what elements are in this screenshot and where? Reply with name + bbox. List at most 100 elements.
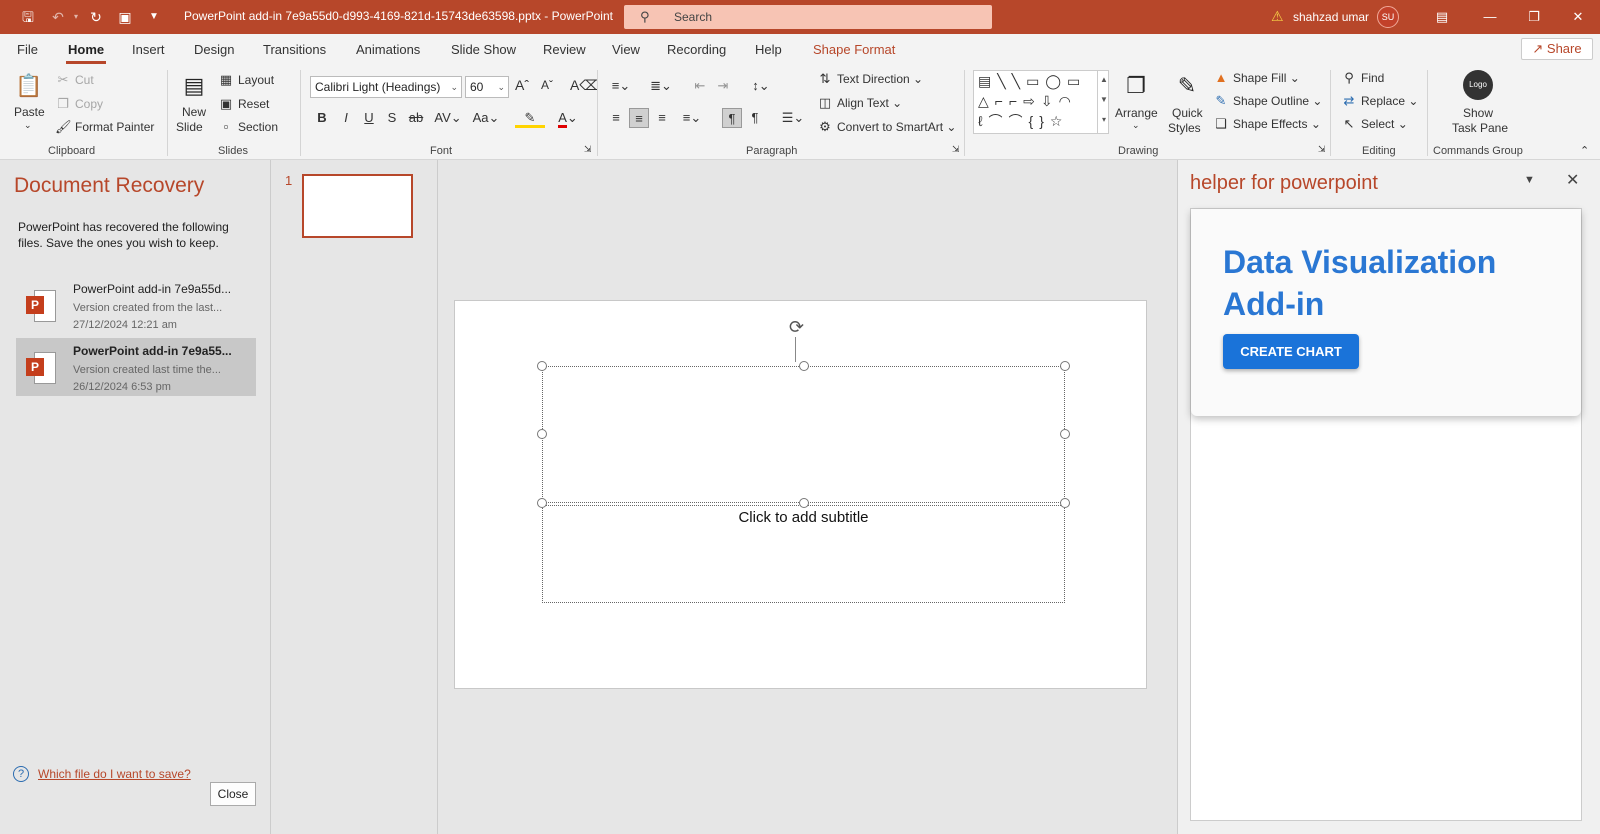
new-slide-button-line2[interactable]: Slide [176,120,203,134]
redo-icon[interactable]: ↻ [86,7,106,27]
customize-qat-icon[interactable]: ▼ [144,7,164,27]
tab-shape-format[interactable]: Shape Format [813,42,895,57]
align-text-button[interactable]: ◫ Align Text ⌄ [817,95,902,111]
columns-icon[interactable]: ☰⌄ [778,108,808,128]
resize-handle[interactable] [537,429,547,439]
clear-formatting-icon[interactable]: A⌫ [570,77,599,94]
shapes-scroll[interactable]: ▲ ▼ ▾ [1097,70,1110,134]
quick-styles-button-line2[interactable]: Styles [1168,121,1201,135]
new-slide-button[interactable]: New [182,105,206,119]
close-icon[interactable]: ✕ [1566,170,1579,190]
select-button[interactable]: ↖ Select ⌄ [1341,116,1408,132]
find-button[interactable]: ⚲ Find [1341,70,1384,86]
tab-slide-show[interactable]: Slide Show [451,42,516,57]
resize-handle[interactable] [1060,429,1070,439]
tab-insert[interactable]: Insert [132,42,165,57]
reset-button[interactable]: ▣ Reset [218,96,270,112]
show-task-pane-button[interactable]: Show [1463,106,1493,120]
arrange-icon[interactable]: ❐ [1120,70,1152,102]
resize-handle[interactable] [799,361,809,371]
paste-button[interactable]: Paste [14,105,45,119]
tab-animations[interactable]: Animations [356,42,420,57]
paragraph-dialog-launcher-icon[interactable]: ⇲ [952,144,960,155]
tab-home[interactable]: Home [68,42,104,57]
arrange-dropdown-icon[interactable]: ⌄ [1132,120,1140,131]
resize-handle[interactable] [1060,361,1070,371]
task-pane-options-icon[interactable]: ▼ [1524,174,1535,186]
font-size-combo[interactable]: 60 ⌄ [465,76,509,98]
format-painter-button[interactable]: 🖌 Format Painter [55,119,154,135]
undo-icon[interactable]: ↶ [48,7,68,27]
present-icon[interactable]: ▣ [115,7,135,27]
decrease-indent-icon[interactable]: ⇤ [690,76,710,96]
tab-transitions[interactable]: Transitions [263,42,326,57]
resize-handle[interactable] [537,361,547,371]
shadow-icon[interactable]: S [382,108,402,128]
cut-button[interactable]: ✂ Cut [55,72,94,88]
paste-icon[interactable]: 📋 [13,70,45,102]
save-icon[interactable]: 🖫 [18,7,38,27]
paste-dropdown-icon[interactable]: ⌄ [24,120,32,131]
tab-file[interactable]: File [17,42,38,57]
subtitle-placeholder[interactable]: Click to add subtitle [542,505,1065,603]
resize-handle[interactable] [799,498,809,508]
drawing-dialog-launcher-icon[interactable]: ⇲ [1318,144,1326,155]
slide-canvas[interactable]: ⟳ Click to add subtitle [454,300,1147,689]
tab-review[interactable]: Review [543,42,586,57]
avatar[interactable]: SU [1377,6,1399,28]
tab-view[interactable]: View [612,42,640,57]
shrink-font-icon[interactable]: Aˇ [541,78,553,92]
rtl-direction-icon[interactable]: ¶ [745,108,765,128]
change-case-icon[interactable]: Aa⌄ [470,108,502,128]
font-color-icon[interactable]: A⌄ [553,108,583,128]
which-file-help-link[interactable]: Which file do I want to save? [38,767,191,781]
show-task-pane-button-line2[interactable]: Task Pane [1452,121,1508,135]
bullets-icon[interactable]: ≡⌄ [606,76,636,96]
tab-design[interactable]: Design [194,42,234,57]
shapes-gallery[interactable]: ▤╲╲▭◯▭ △⌐⌐⇨⇩◠ ℓ⌒⌒{}☆ [973,70,1109,134]
font-dialog-launcher-icon[interactable]: ⇲ [584,144,592,155]
close-window-button[interactable]: ✕ [1563,6,1593,28]
align-left-icon[interactable]: ≡ [606,108,626,128]
strikethrough-icon[interactable]: ab [406,108,426,128]
restore-button[interactable]: ❐ [1519,6,1549,28]
collapse-ribbon-icon[interactable]: ⌃ [1580,144,1589,157]
bold-icon[interactable]: B [312,108,332,128]
convert-smartart-button[interactable]: ⚙ Convert to SmartArt ⌄ [817,119,956,135]
italic-icon[interactable]: I [336,108,356,128]
rotate-handle-icon[interactable]: ⟳ [789,317,804,338]
new-slide-icon[interactable]: ▤ [178,70,210,102]
minimize-button[interactable]: — [1475,6,1505,28]
ltr-direction-icon[interactable]: ¶ [722,108,742,128]
recovery-file-item[interactable]: P PowerPoint add-in 7e9a55... Version cr… [16,338,256,396]
quick-styles-button[interactable]: Quick [1172,106,1203,120]
underline-icon[interactable]: U [359,108,379,128]
shape-effects-button[interactable]: ❑ Shape Effects ⌄ [1213,116,1321,132]
recovery-file-item[interactable]: P PowerPoint add-in 7e9a55d... Version c… [16,276,256,334]
shape-fill-button[interactable]: ▲ Shape Fill ⌄ [1213,70,1300,85]
search-box[interactable]: ⚲ Search [624,5,992,29]
share-button[interactable]: ↗ Share [1521,38,1593,60]
logo-icon[interactable]: Logo [1463,70,1493,100]
resize-handle[interactable] [537,498,547,508]
tab-recording[interactable]: Recording [667,42,726,57]
title-placeholder[interactable] [542,366,1065,503]
warning-icon[interactable]: ⚠ [1271,8,1284,25]
align-center-icon[interactable]: ≡ [629,108,649,128]
highlight-icon[interactable]: ✎ [515,108,545,128]
copy-button[interactable]: ❐ Copy [55,96,103,112]
line-spacing-icon[interactable]: ↕⌄ [746,76,776,96]
replace-button[interactable]: ⇄ Replace ⌄ [1341,93,1419,109]
layout-button[interactable]: ▦ Layout [218,72,274,88]
close-recovery-button[interactable]: Close [210,782,256,806]
section-button[interactable]: ▫ Section [218,119,278,134]
ribbon-display-icon[interactable]: ▤ [1427,6,1457,28]
align-right-icon[interactable]: ≡ [652,108,672,128]
shape-outline-button[interactable]: ✎ Shape Outline ⌄ [1213,93,1323,109]
justify-icon[interactable]: ≡⌄ [677,108,707,128]
create-chart-button[interactable]: CREATE CHART [1223,334,1359,369]
font-name-combo[interactable]: Calibri Light (Headings) ⌄ [310,76,462,98]
character-spacing-icon[interactable]: AV⌄ [433,108,463,128]
undo-dropdown-icon[interactable]: ▾ [66,7,86,27]
text-direction-button[interactable]: ⇅ Text Direction ⌄ [817,71,924,87]
